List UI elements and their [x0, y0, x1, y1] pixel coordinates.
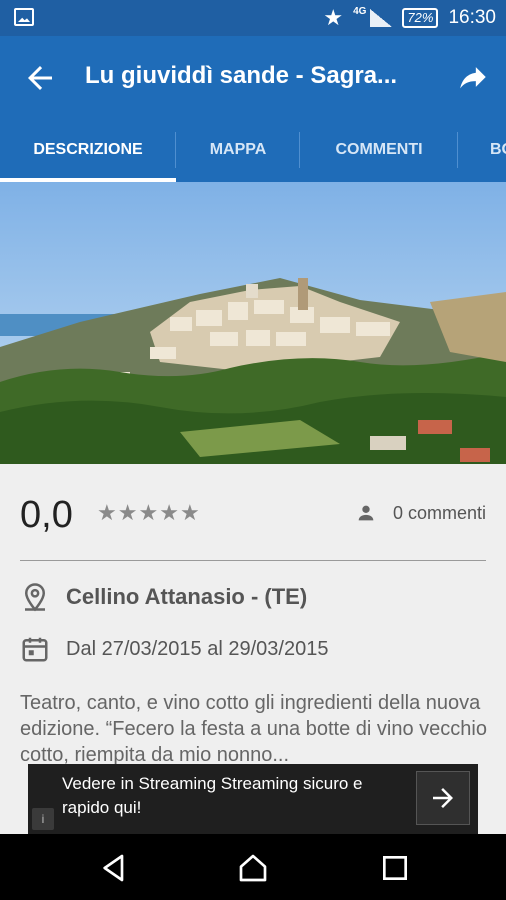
tab-label: BO: [490, 141, 506, 158]
ad-banner[interactable]: Vedere in Streaming Streaming sicuro e r…: [28, 764, 478, 834]
network-type: 4G: [353, 5, 367, 17]
nav-recents-icon[interactable]: [379, 852, 411, 884]
location-pin-icon: [24, 583, 46, 612]
rating-value: 0,0: [20, 494, 73, 536]
arrow-back-icon: [28, 66, 52, 90]
back-button[interactable]: [22, 60, 58, 96]
app-bar: Lu giuviddì sande - Sagra...: [0, 36, 506, 118]
share-button[interactable]: [456, 60, 490, 94]
tab-label: DESCRIZIONE: [33, 141, 143, 158]
tab-label: MAPPA: [209, 141, 267, 158]
calendar-icon: [22, 637, 48, 662]
ad-text: Vedere in Streaming Streaming sicuro e r…: [62, 774, 363, 817]
person-icon: [358, 505, 374, 521]
tab-commenti[interactable]: COMMENTI: [300, 118, 458, 182]
tab-descrizione[interactable]: DESCRIZIONE: [0, 118, 176, 182]
tab-mappa[interactable]: MAPPA: [176, 118, 300, 182]
system-nav-bar: [0, 834, 506, 900]
comments-count[interactable]: 0 commenti: [355, 502, 486, 524]
page-title: Lu giuviddì sande - Sagra...: [85, 62, 398, 89]
star-icon: ★: [138, 500, 160, 525]
tab-bar: DESCRIZIONE MAPPA COMMENTI BO: [0, 118, 506, 182]
star-icon: ★: [179, 500, 201, 525]
clock: 16:30: [448, 7, 496, 28]
tab-label: COMMENTI: [335, 141, 423, 158]
star-icon: ★: [159, 500, 180, 525]
event-photo: [0, 182, 506, 464]
status-bar: ★ 4G 72% 16:30: [0, 0, 506, 36]
arrow-forward-icon: [433, 788, 453, 808]
share-arrow-icon: [460, 67, 486, 89]
event-dates: Dal 27/03/2015 al 29/03/2015: [20, 634, 328, 664]
star-icon: ★: [117, 500, 139, 525]
comments-label: 0 commenti: [392, 502, 486, 523]
event-description: Teatro, canto, e vino cotto gli ingredie…: [20, 692, 487, 766]
location-text: Cellino Attanasio - (TE): [66, 584, 308, 609]
tab-bo[interactable]: BO: [458, 118, 506, 182]
ad-info-icon[interactable]: i: [32, 808, 54, 830]
star-icon: ★: [323, 5, 344, 30]
signal-icon: [370, 9, 393, 27]
gallery-notification-icon: [14, 8, 34, 26]
nav-home-icon[interactable]: [237, 852, 269, 884]
ad-open-button[interactable]: [416, 771, 470, 825]
star-icon: ★: [97, 500, 118, 525]
nav-back-icon[interactable]: [98, 852, 130, 884]
divider: [20, 560, 486, 561]
rating-stars[interactable]: ★★★★★: [97, 500, 201, 526]
battery-indicator: 72%: [402, 8, 439, 28]
dates-text: Dal 27/03/2015 al 29/03/2015: [66, 637, 329, 660]
event-location[interactable]: Cellino Attanasio - (TE): [20, 582, 307, 612]
status-icons: ★ 4G 72% 16:30: [323, 0, 496, 36]
